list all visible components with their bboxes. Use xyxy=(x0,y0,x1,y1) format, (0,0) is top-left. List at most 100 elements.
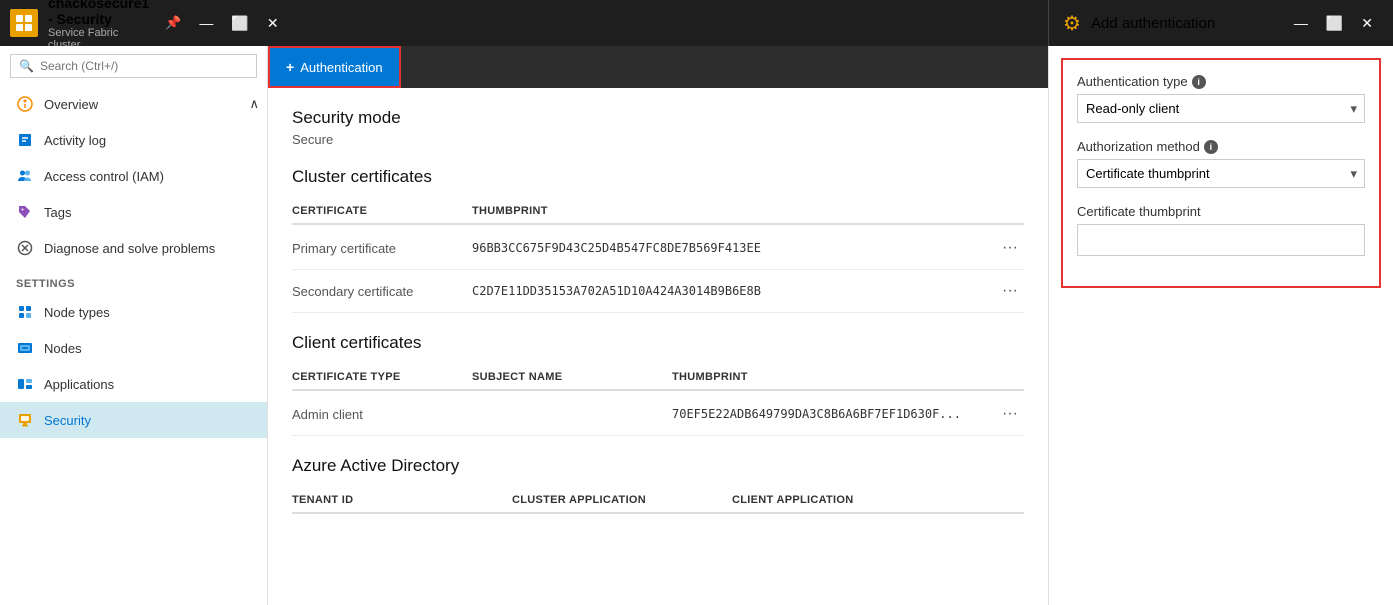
security-mode-title: Security mode xyxy=(292,108,1024,128)
cluster-certs-title: Cluster certificates xyxy=(292,167,1024,187)
certtype-col-header: CERTIFICATE TYPE xyxy=(292,371,472,383)
cert-thumbprint-label-text: Certificate thumbprint xyxy=(1077,204,1201,219)
tags-label: Tags xyxy=(44,205,71,220)
sidebar-item-activity-log[interactable]: Activity log xyxy=(0,122,267,158)
admin-thumbprint: 70EF5E22ADB649799DA3C8B6A6BF7EF1D630F... xyxy=(672,407,996,421)
right-minimize-btn[interactable]: — xyxy=(1288,13,1314,34)
overview-svg-icon xyxy=(17,96,33,112)
client-thumb-col-header: THUMBPRINT xyxy=(672,371,1024,383)
sidebar: 🔍 Overview ∧ Activity log xyxy=(0,46,268,605)
add-auth-title: Add authentication xyxy=(1091,15,1215,32)
right-panel-form: Authentication type i Read-only client A… xyxy=(1061,58,1381,288)
authentication-tab[interactable]: + Authentication xyxy=(268,46,401,88)
sidebar-nav: Overview ∧ Activity log Access control (… xyxy=(0,86,267,605)
add-auth-icon: ⚙ xyxy=(1063,11,1081,36)
right-panel: Authentication type i Read-only client A… xyxy=(1048,46,1393,605)
admin-cert-menu-btn[interactable]: ··· xyxy=(996,403,1024,425)
sidebar-item-applications[interactable]: Applications xyxy=(0,366,267,402)
client-certs-title: Client certificates xyxy=(292,333,1024,353)
overview-label: Overview xyxy=(44,97,98,112)
azure-ad-title: Azure Active Directory xyxy=(292,456,1024,476)
primary-cert-menu-btn[interactable]: ··· xyxy=(996,237,1024,259)
search-input[interactable] xyxy=(40,59,248,73)
tags-svg xyxy=(17,204,33,220)
fabric-icon xyxy=(15,14,33,32)
security-svg xyxy=(17,412,33,428)
azure-ad-header: TENANT ID CLUSTER APPLICATION CLIENT APP… xyxy=(292,488,1024,514)
right-close-btn[interactable]: ✕ xyxy=(1355,13,1379,34)
iam-icon xyxy=(16,167,34,185)
content-area: + Authentication Security mode Secure Cl… xyxy=(268,46,1048,605)
cert-thumbprint-input[interactable] xyxy=(1077,224,1365,256)
node-types-icon xyxy=(16,303,34,321)
client-app-col-header: CLIENT APPLICATION xyxy=(732,494,1024,506)
pin-btn[interactable]: 📌 xyxy=(159,13,187,34)
auth-method-select-wrapper: Certificate thumbprint Common name xyxy=(1077,159,1365,188)
subjname-col-header: SUBJECT NAME xyxy=(472,371,672,383)
tab-bar: + Authentication xyxy=(268,46,1048,88)
applications-svg xyxy=(17,376,33,392)
activity-log-label: Activity log xyxy=(44,133,106,148)
iam-label: Access control (IAM) xyxy=(44,169,164,184)
sidebar-item-nodes[interactable]: Nodes xyxy=(0,330,267,366)
sidebar-item-diagnose[interactable]: Diagnose and solve problems xyxy=(0,230,267,266)
diagnose-svg xyxy=(17,240,33,256)
node-types-label: Node types xyxy=(44,305,110,320)
overview-collapse[interactable]: ∧ xyxy=(249,96,259,112)
iam-svg xyxy=(17,168,33,184)
auth-type-info-icon[interactable]: i xyxy=(1192,75,1206,89)
right-restore-btn[interactable]: ⬜ xyxy=(1320,13,1349,34)
activity-log-svg xyxy=(17,132,33,148)
sidebar-item-node-types[interactable]: Node types xyxy=(0,294,267,330)
secondary-cert-menu-btn[interactable]: ··· xyxy=(996,280,1024,302)
sidebar-item-iam[interactable]: Access control (IAM) xyxy=(0,158,267,194)
sidebar-item-tags[interactable]: Tags xyxy=(0,194,267,230)
azure-ad-section: Azure Active Directory TENANT ID CLUSTER… xyxy=(292,456,1024,514)
auth-type-group: Authentication type i Read-only client A… xyxy=(1077,74,1365,123)
sidebar-item-overview[interactable]: Overview ∧ xyxy=(0,86,267,122)
diagnose-label: Diagnose and solve problems xyxy=(44,241,215,256)
app-container: chackosecure1 - Security Service Fabric … xyxy=(0,0,1393,605)
minimize-btn[interactable]: — xyxy=(193,13,219,34)
auth-type-select[interactable]: Read-only client Admin client xyxy=(1077,94,1365,123)
tab-label: Authentication xyxy=(300,60,382,75)
applications-label: Applications xyxy=(44,377,114,392)
auth-type-label-text: Authentication type xyxy=(1077,74,1188,89)
cert-thumbprint-label: Certificate thumbprint xyxy=(1077,204,1365,219)
nodes-icon xyxy=(16,339,34,357)
restore-btn[interactable]: ⬜ xyxy=(225,13,254,34)
sidebar-item-security[interactable]: Security xyxy=(0,402,267,438)
cluster-certs-section: Cluster certificates CERTIFICATE THUMBPR… xyxy=(292,167,1024,313)
tenant-id-col-header: TENANT ID xyxy=(292,494,512,506)
auth-method-group: Authorization method i Certificate thumb… xyxy=(1077,139,1365,188)
activity-log-icon xyxy=(16,131,34,149)
applications-icon xyxy=(16,375,34,393)
auth-type-select-wrapper: Read-only client Admin client xyxy=(1077,94,1365,123)
overview-icon xyxy=(16,95,34,113)
node-types-svg xyxy=(17,304,33,320)
auth-method-label: Authorization method i xyxy=(1077,139,1365,154)
right-title-bar: ⚙ Add authentication — ⬜ ✕ xyxy=(1048,0,1393,46)
cluster-app-col-header: CLUSTER APPLICATION xyxy=(512,494,732,506)
nodes-svg xyxy=(17,340,33,356)
left-title-bar: chackosecure1 - Security Service Fabric … xyxy=(0,0,295,46)
table-row: Primary certificate 96BB3CC675F9D43C25D4… xyxy=(292,227,1024,270)
auth-method-select[interactable]: Certificate thumbprint Common name xyxy=(1077,159,1365,188)
auth-method-info-icon[interactable]: i xyxy=(1204,140,1218,154)
top-bar: chackosecure1 - Security Service Fabric … xyxy=(0,0,1393,46)
table-row: Secondary certificate C2D7E11DD35153A702… xyxy=(292,270,1024,313)
diagnose-icon xyxy=(16,239,34,257)
search-icon: 🔍 xyxy=(19,59,34,73)
primary-cert-label: Primary certificate xyxy=(292,241,472,256)
security-mode-section: Security mode Secure xyxy=(292,108,1024,147)
close-btn[interactable]: ✕ xyxy=(261,13,285,34)
search-box[interactable]: 🔍 xyxy=(10,54,257,78)
cluster-certs-header: CERTIFICATE THUMBPRINT xyxy=(292,199,1024,225)
tab-plus-icon: + xyxy=(286,59,294,75)
main-content: Security mode Secure Cluster certificate… xyxy=(268,88,1048,605)
nodes-label: Nodes xyxy=(44,341,82,356)
center-title-spacer xyxy=(295,0,1048,46)
admin-client-label: Admin client xyxy=(292,407,472,422)
client-certs-header: CERTIFICATE TYPE SUBJECT NAME THUMBPRINT xyxy=(292,365,1024,391)
thumb-col-header: THUMBPRINT xyxy=(472,205,1024,217)
